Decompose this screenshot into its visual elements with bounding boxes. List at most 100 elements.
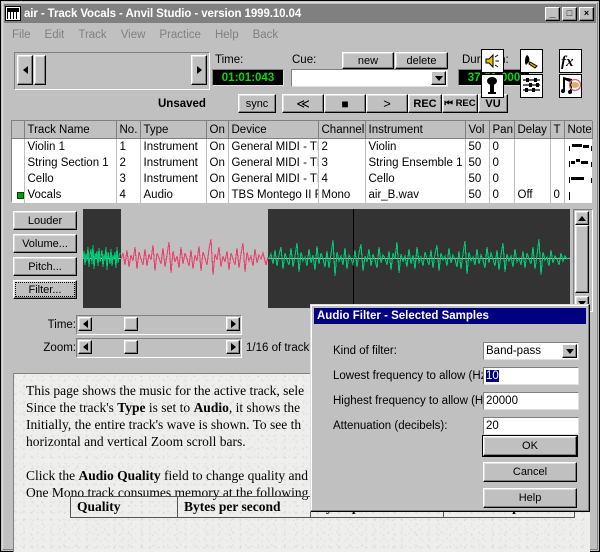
- louder-button[interactable]: Louder: [13, 211, 77, 230]
- cell-on[interactable]: On: [206, 155, 229, 171]
- cancel-button[interactable]: Cancel: [483, 462, 577, 482]
- cell-channel[interactable]: 4: [318, 171, 366, 187]
- wave-scroll-up-button[interactable]: [575, 211, 589, 225]
- cell-pan[interactable]: 0: [489, 187, 515, 203]
- position-scroll-thumb[interactable]: [34, 55, 46, 85]
- menu-item-help[interactable]: Help: [208, 28, 246, 42]
- cell-vol[interactable]: 50: [465, 155, 490, 171]
- column-header-t[interactable]: T: [550, 121, 565, 139]
- rewind-button[interactable]: ≪: [282, 94, 324, 113]
- cell-t[interactable]: [550, 138, 565, 155]
- column-header-vol[interactable]: Vol: [465, 121, 490, 139]
- ok-button[interactable]: OK: [483, 436, 577, 456]
- waveform-display[interactable]: [83, 209, 570, 308]
- menu-item-view[interactable]: View: [114, 28, 153, 42]
- column-header-notes[interactable]: Notes: [564, 121, 593, 139]
- cell-vol[interactable]: 50: [465, 187, 490, 203]
- sync-button[interactable]: sync: [238, 94, 276, 113]
- menu-item-back[interactable]: Back: [246, 28, 286, 42]
- cell-instrument[interactable]: String Ensemble 1: [365, 155, 466, 171]
- table-row[interactable]: Cello 3 Instrument On General MIDI - TBS…: [12, 171, 593, 187]
- position-scroll-left-button[interactable]: [17, 55, 33, 85]
- cell-no[interactable]: 3: [116, 171, 141, 187]
- cell-on[interactable]: On: [206, 187, 229, 203]
- cell-type[interactable]: Instrument: [140, 138, 207, 155]
- column-header-on[interactable]: On: [206, 121, 229, 139]
- cell-pan[interactable]: 0: [489, 171, 515, 187]
- cell-instrument[interactable]: air_B.wav: [365, 187, 466, 203]
- rec-button[interactable]: REC: [408, 94, 442, 113]
- audio-filter-dialog[interactable]: Audio Filter - Selected Samples Kind of …: [310, 304, 590, 512]
- cell-delay[interactable]: Off: [514, 187, 551, 203]
- column-header-delay[interactable]: Delay: [514, 121, 551, 139]
- cell-t[interactable]: 0: [550, 187, 565, 203]
- wave-zoom-scroll-thumb[interactable]: [124, 340, 138, 354]
- notes-icon-button[interactable]: [559, 74, 582, 98]
- volume-button[interactable]: Volume...: [13, 234, 77, 253]
- column-header-pan[interactable]: Pan: [489, 121, 515, 139]
- chevron-down-icon[interactable]: [562, 344, 577, 358]
- cell-track-name[interactable]: String Section 1: [24, 155, 117, 171]
- cell-type[interactable]: Instrument: [140, 171, 207, 187]
- wave-zoom-right-button[interactable]: [226, 340, 240, 354]
- cell-track-name[interactable]: Cello: [24, 171, 117, 187]
- column-header-track-name[interactable]: Track Name: [24, 121, 117, 139]
- filter-button[interactable]: Filter...: [13, 280, 77, 299]
- cell-device[interactable]: TBS Montego II Re: [228, 187, 319, 203]
- track-list-table[interactable]: Track Name No. Type On Device Channel In…: [11, 120, 593, 203]
- cell-pan[interactable]: 0: [489, 155, 515, 171]
- cell-channel[interactable]: 2: [318, 138, 366, 155]
- cue-new-button[interactable]: new: [342, 52, 394, 69]
- wave-zoom-left-button[interactable]: [78, 340, 92, 354]
- cell-track-name[interactable]: Violin 1: [24, 138, 117, 155]
- cell-no[interactable]: 1: [116, 138, 141, 155]
- drum-icon-button[interactable]: [520, 49, 543, 73]
- wave-time-scroll-thumb[interactable]: [124, 317, 138, 331]
- cell-delay[interactable]: [514, 155, 551, 171]
- column-header-no[interactable]: No.: [116, 121, 141, 139]
- cell-track-name[interactable]: Vocals: [24, 187, 117, 203]
- cell-instrument[interactable]: Cello: [365, 171, 466, 187]
- cell-device[interactable]: General MIDI - TBS: [228, 138, 319, 155]
- cell-type[interactable]: Instrument: [140, 155, 207, 171]
- wave-time-right-button[interactable]: [226, 317, 240, 331]
- play-button[interactable]: >: [366, 94, 408, 113]
- table-row[interactable]: String Section 1 2 Instrument On General…: [12, 155, 593, 171]
- cell-t[interactable]: [550, 171, 565, 187]
- column-header-channel[interactable]: Channel: [318, 121, 366, 139]
- cell-delay[interactable]: [514, 138, 551, 155]
- kind-of-filter-select[interactable]: Band-pass: [483, 342, 579, 360]
- chevron-down-icon[interactable]: [431, 71, 446, 85]
- menu-item-track[interactable]: Track: [71, 28, 113, 42]
- menu-item-practice[interactable]: Practice: [152, 28, 208, 42]
- cell-instrument[interactable]: Violin: [365, 138, 466, 155]
- cell-notes-preview[interactable]: [564, 187, 593, 203]
- cell-vol[interactable]: 50: [465, 138, 490, 155]
- menu-item-edit[interactable]: Edit: [38, 28, 72, 42]
- wave-time-scrollbar[interactable]: [76, 315, 242, 335]
- attenuation-input[interactable]: 20: [483, 417, 579, 435]
- wave-vertical-scrollbar[interactable]: [573, 209, 593, 312]
- table-row[interactable]: Violin 1 1 Instrument On General MIDI - …: [12, 138, 593, 155]
- table-row[interactable]: Vocals 4 Audio On TBS Montego II Re Mono…: [12, 187, 593, 203]
- mixer-icon-button[interactable]: [520, 74, 543, 98]
- cell-channel[interactable]: Mono: [318, 187, 366, 203]
- cell-notes-preview[interactable]: [564, 155, 593, 171]
- cell-vol[interactable]: 50: [465, 171, 490, 187]
- wave-vertical-scroll-thumb[interactable]: [575, 225, 589, 293]
- rec-from-start-button[interactable]: ⏮ REC: [442, 94, 478, 113]
- wave-zoom-scrollbar[interactable]: [76, 338, 242, 358]
- cell-on[interactable]: On: [206, 171, 229, 187]
- cell-t[interactable]: [550, 155, 565, 171]
- column-header-type[interactable]: Type: [140, 121, 207, 139]
- column-header-instrument[interactable]: Instrument: [365, 121, 466, 139]
- cell-no[interactable]: 2: [116, 155, 141, 171]
- cell-device[interactable]: General MIDI - TBS: [228, 155, 319, 171]
- cell-device[interactable]: General MIDI - TBS: [228, 171, 319, 187]
- help-button[interactable]: Help: [483, 488, 577, 508]
- cue-delete-button[interactable]: delete: [395, 52, 448, 69]
- minimize-button[interactable]: _: [545, 6, 560, 21]
- cell-pan[interactable]: 0: [489, 138, 515, 155]
- cell-channel[interactable]: 3: [318, 155, 366, 171]
- close-button[interactable]: ×: [579, 6, 594, 21]
